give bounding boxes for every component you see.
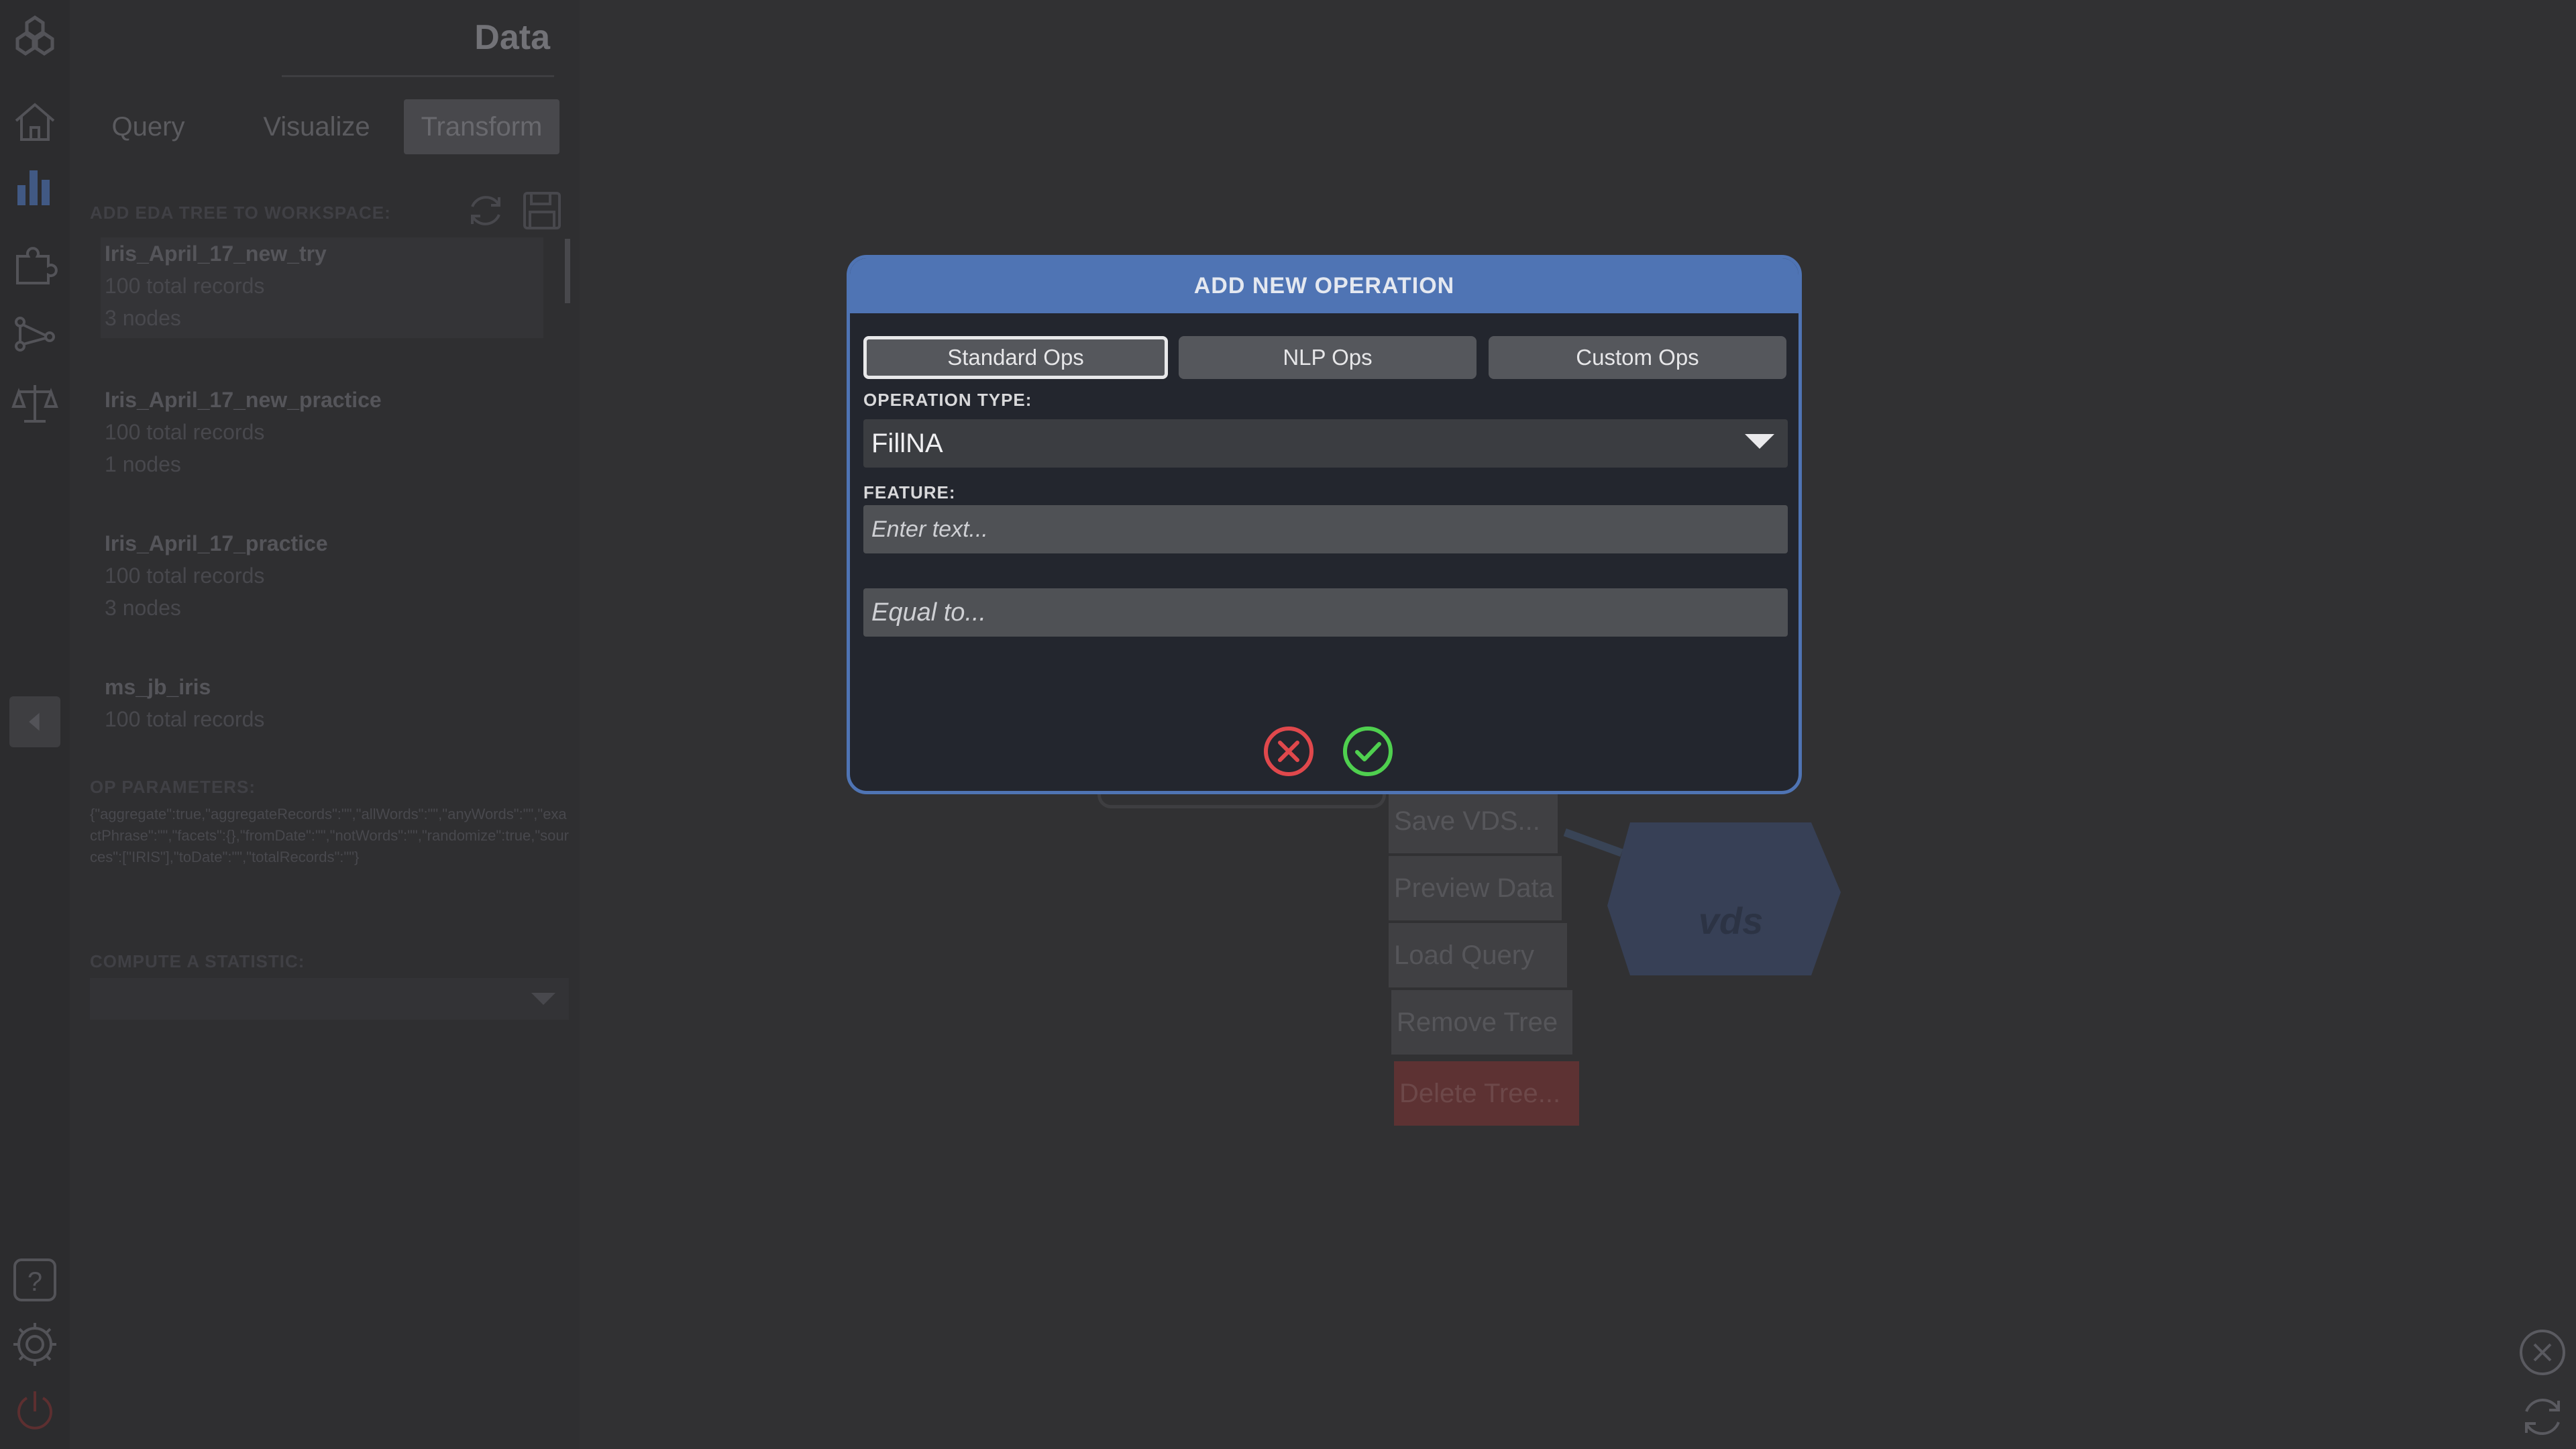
tab-nlp-ops[interactable]: NLP Ops	[1179, 336, 1477, 379]
confirm-button[interactable]	[1341, 724, 1395, 778]
check-circle-icon	[1343, 727, 1393, 776]
dialog-title: ADD NEW OPERATION	[850, 258, 1799, 313]
add-operation-dialog: ADD NEW OPERATION Standard Ops NLP Ops C…	[847, 255, 1802, 794]
operation-type-label: OPERATION TYPE:	[863, 390, 1032, 410]
close-circle-icon	[1264, 727, 1313, 776]
operation-type-value: FillNA	[871, 429, 943, 458]
tab-custom-ops[interactable]: Custom Ops	[1489, 336, 1786, 379]
cancel-button[interactable]	[1262, 724, 1316, 778]
equal-to-input[interactable]	[863, 588, 1788, 637]
operation-type-select[interactable]: FillNA	[863, 419, 1788, 468]
tab-standard-ops[interactable]: Standard Ops	[863, 336, 1168, 379]
close-circle-icon[interactable]	[2517, 1327, 2568, 1378]
feature-label: FEATURE:	[863, 482, 956, 502]
refresh-icon[interactable]	[2517, 1391, 2568, 1442]
feature-input[interactable]	[863, 505, 1788, 553]
chevron-down-icon	[1745, 434, 1774, 449]
